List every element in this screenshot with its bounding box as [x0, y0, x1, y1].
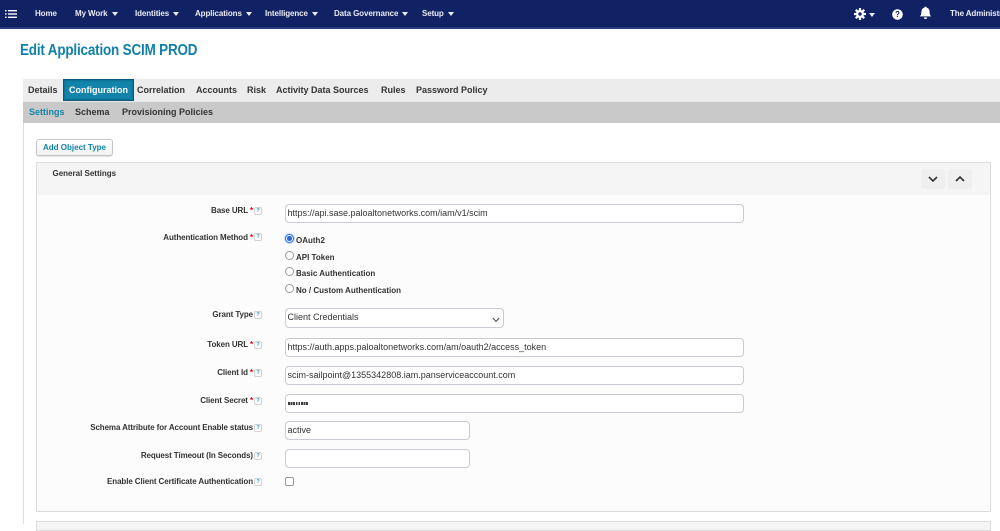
svg-text:?: ?: [895, 10, 900, 19]
